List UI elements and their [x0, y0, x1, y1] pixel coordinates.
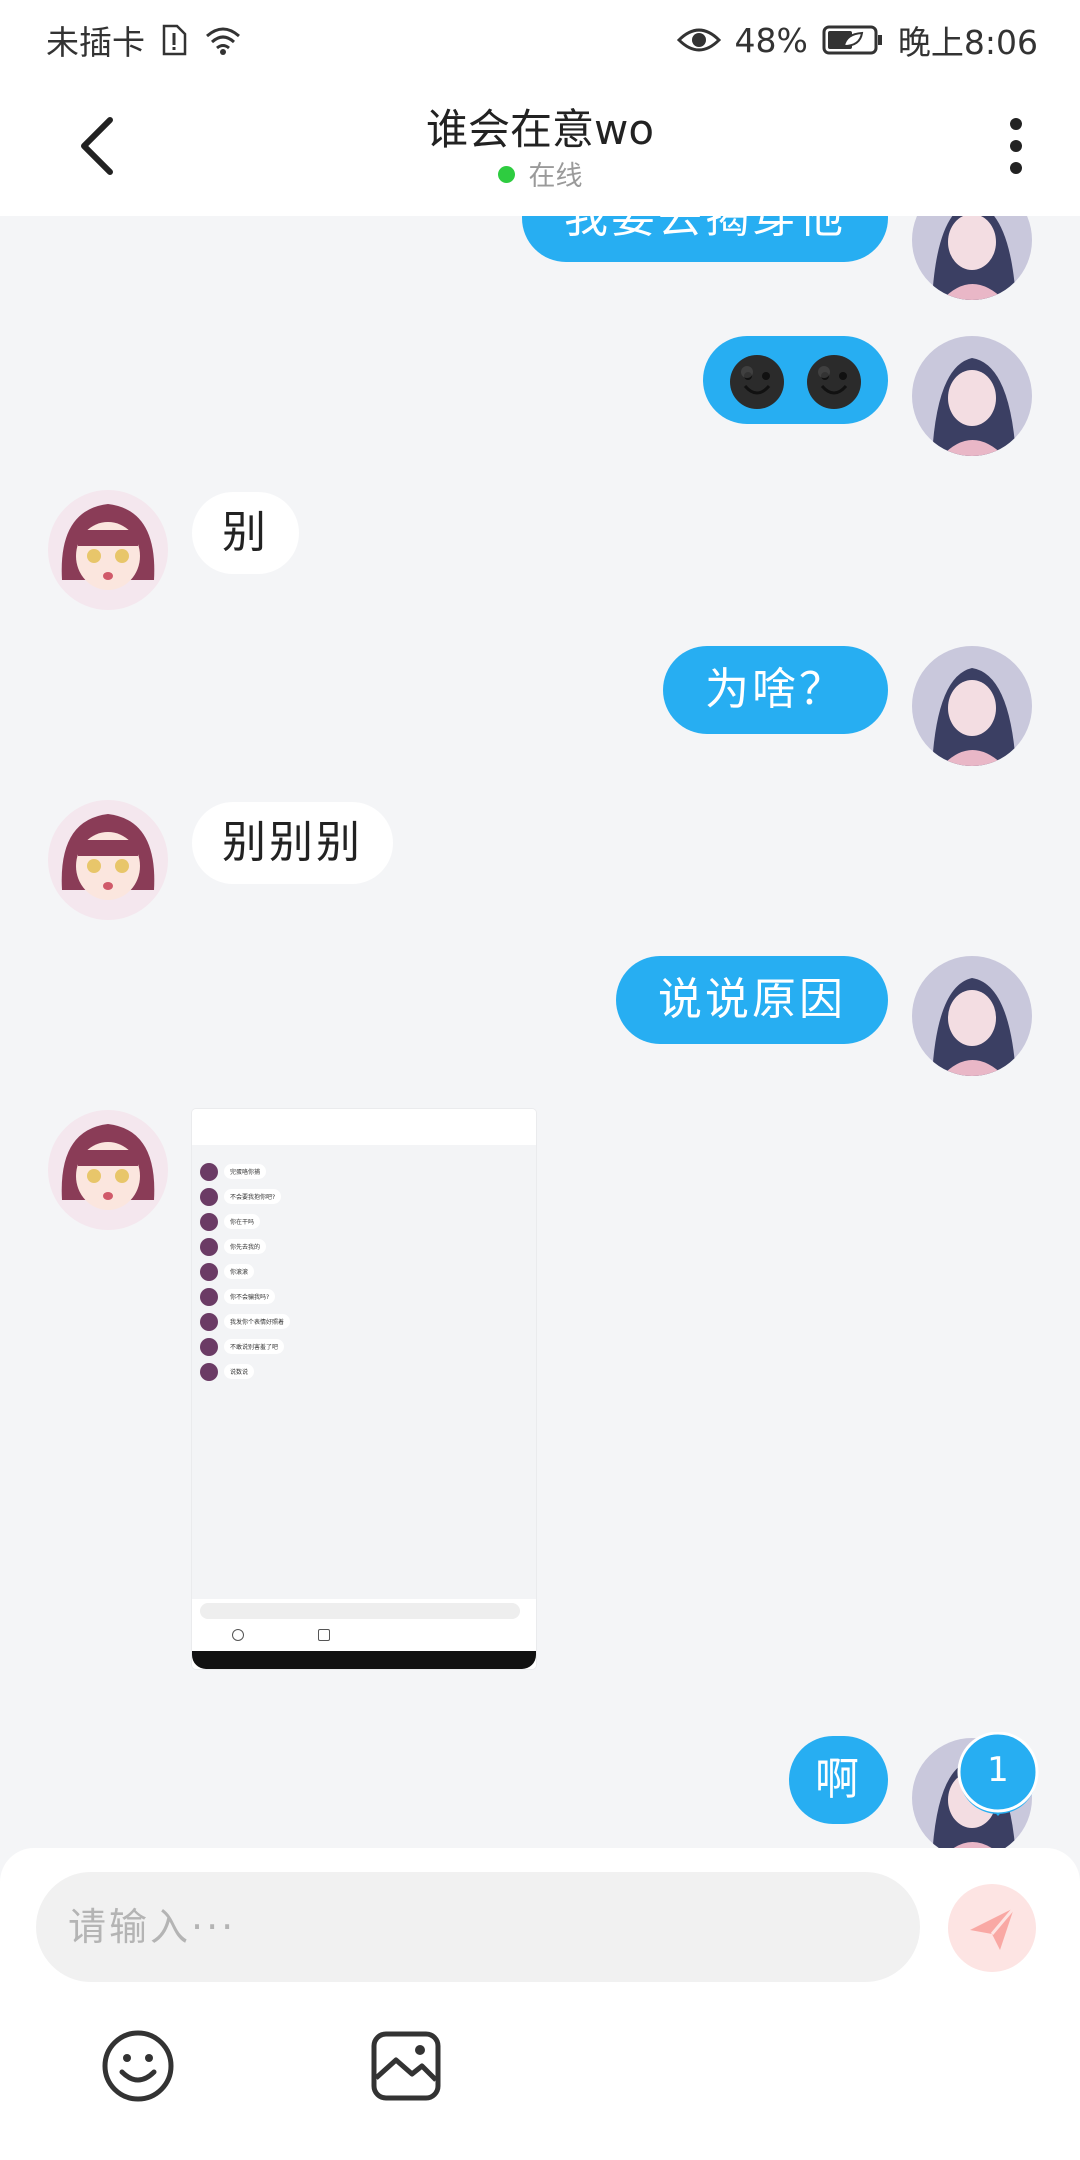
preview-row: 完蛋咯你捕	[200, 1159, 536, 1184]
status-bar: 未插卡 48% 晚上8:06	[0, 0, 1080, 76]
wifi-icon	[206, 27, 240, 55]
sim-alert-icon	[162, 24, 187, 56]
preview-row: 你不会骗我吗?	[200, 1284, 536, 1309]
my-avatar[interactable]	[912, 956, 1032, 1076]
message-input[interactable]	[36, 1872, 920, 1982]
image-picker-icon[interactable]	[368, 2028, 444, 2104]
preview-row: 我发你个表情好照着	[200, 1309, 536, 1334]
my-avatar[interactable]	[912, 216, 1032, 300]
preview-row: 不敢说别害羞了吧	[200, 1334, 536, 1359]
eye-icon	[676, 28, 721, 52]
battery-icon	[822, 25, 882, 55]
carrier-label: 未插卡	[46, 23, 145, 62]
preview-row: 说数说	[200, 1359, 536, 1384]
message-bubble-mine[interactable]	[703, 336, 888, 424]
message-list[interactable]: 我要去揭穿他 别 为啥？ 别别别 说说原因 完蛋咯你捕 不会要我抱你吧? 你在干…	[0, 216, 1080, 1848]
image-message[interactable]: 完蛋咯你捕 不会要我抱你吧? 你在干吗 你先去我的 你滚滚 你不会骗我吗? 我发…	[192, 1109, 536, 1669]
more-options-icon[interactable]	[1008, 116, 1024, 176]
preview-status-bar	[192, 1109, 536, 1123]
message-bubble-mine[interactable]: 为啥？	[663, 646, 888, 734]
send-button[interactable]	[948, 1884, 1036, 1972]
contact-avatar[interactable]	[48, 800, 168, 920]
contact-avatar[interactable]	[48, 490, 168, 610]
contact-name: 谁会在意wo	[425, 105, 655, 154]
my-avatar[interactable]	[912, 646, 1032, 766]
battery-percent: 48%	[734, 20, 808, 60]
emoji-icon[interactable]	[100, 2028, 176, 2104]
message-bubble-other[interactable]: 别	[192, 492, 299, 574]
online-status-label: 在线	[528, 161, 583, 192]
message-bubble-mine[interactable]: 我要去揭穿他	[522, 216, 888, 262]
online-status: 在线	[0, 154, 1080, 193]
preview-header	[192, 1123, 536, 1145]
message-bubble-other[interactable]: 别别别	[192, 802, 393, 884]
unread-count: 1	[987, 1750, 1009, 1790]
message-bubble-mine[interactable]: 说说原因	[616, 956, 888, 1044]
preview-composer	[192, 1599, 536, 1669]
smile-icon	[807, 355, 861, 409]
paper-plane-icon	[970, 1907, 1016, 1950]
clock: 晚上8:06	[897, 23, 1038, 62]
contact-avatar[interactable]	[48, 1110, 168, 1230]
unread-badge[interactable]: 1	[955, 1732, 1041, 1818]
composer	[0, 1848, 1080, 2160]
my-avatar[interactable]	[912, 336, 1032, 456]
message-bubble-mine[interactable]: 啊	[789, 1736, 888, 1824]
preview-row: 你在干吗	[200, 1209, 536, 1234]
preview-row: 你滚滚	[200, 1259, 536, 1284]
preview-row: 不会要我抱你吧?	[200, 1184, 536, 1209]
smile-icon	[730, 355, 784, 409]
online-dot-icon	[497, 166, 515, 183]
chat-header: 谁会在意wo 在线	[0, 76, 1080, 216]
preview-row: 你先去我的	[200, 1234, 536, 1259]
